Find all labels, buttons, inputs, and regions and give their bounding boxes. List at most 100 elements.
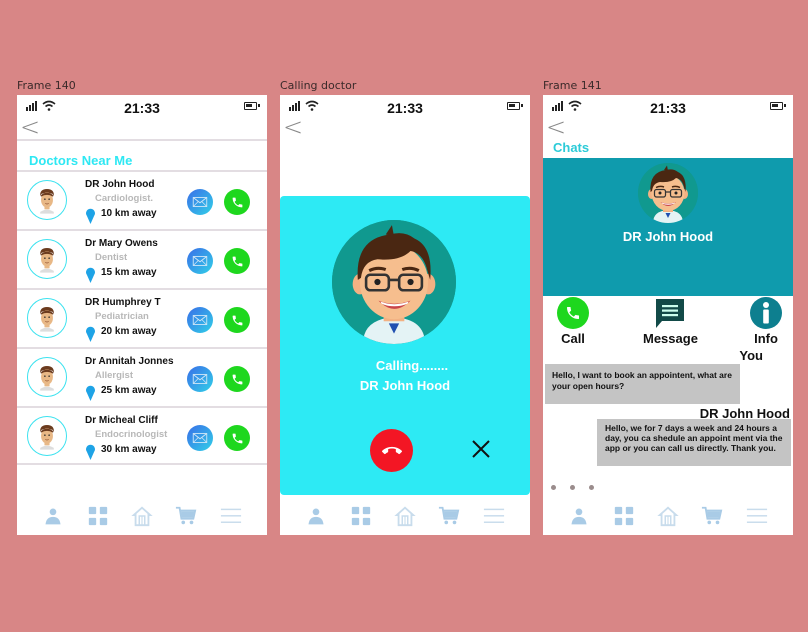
calling-doctor-name: DR John Hood — [359, 378, 451, 393]
call-doctor-button[interactable] — [224, 248, 250, 274]
call-doctor-button[interactable] — [224, 425, 250, 451]
doctor-name: DR John Hood — [85, 179, 155, 190]
info-icon — [750, 297, 782, 329]
doctor-name: Dr Annitah Jonnes — [85, 356, 174, 367]
status-bar: 21:33 — [280, 95, 530, 117]
nav-dashboard[interactable] — [611, 503, 637, 529]
back-button[interactable]: < — [20, 115, 40, 139]
nav-menu[interactable] — [218, 503, 244, 529]
doctor-avatar — [27, 239, 67, 279]
chat-message-outgoing: Hello, I want to book an appointent, wha… — [545, 364, 740, 404]
mail-icon — [191, 252, 209, 270]
frame-label: Calling doctor — [280, 79, 357, 92]
phone-icon — [565, 305, 581, 321]
doctor-avatar — [27, 416, 67, 456]
nav-home[interactable] — [392, 503, 418, 529]
home-icon — [657, 505, 679, 527]
typing-indicator — [551, 485, 594, 490]
grid-icon — [87, 505, 109, 527]
doctor-avatar — [27, 180, 67, 220]
doctor-list: DR John Hood Cardiologist. 10 km away Dr… — [17, 170, 267, 465]
location-pin-icon — [85, 265, 96, 283]
doctor-row[interactable]: DR Humphrey T Pediatrician 20 km away — [17, 288, 267, 347]
message-sender: You — [739, 348, 763, 363]
back-button[interactable]: < — [546, 115, 566, 139]
grid-icon — [613, 505, 635, 527]
phone-icon — [231, 255, 244, 268]
close-icon — [472, 440, 490, 458]
call-doctor-button[interactable] — [224, 366, 250, 392]
doctor-row[interactable]: DR John Hood Cardiologist. 10 km away — [17, 170, 267, 229]
user-icon — [306, 506, 326, 526]
phone-icon — [231, 314, 244, 327]
calling-status: Calling........ — [375, 358, 449, 373]
call-label: Call — [561, 331, 585, 346]
call-card: Calling........ DR John Hood — [280, 196, 530, 495]
message-doctor-button[interactable] — [187, 366, 213, 392]
hang-up-button[interactable] — [370, 429, 413, 472]
page-title: Doctors Near Me — [29, 153, 133, 168]
chat-doctor-name: DR John Hood — [622, 229, 714, 244]
message-doctor-button[interactable] — [187, 307, 213, 333]
info-label: Info — [754, 331, 778, 346]
message-action-button[interactable]: Message — [643, 297, 698, 346]
location-pin-icon — [85, 383, 96, 401]
mail-icon — [191, 370, 209, 388]
doctor-row[interactable]: Dr Mary Owens Dentist 15 km away — [17, 229, 267, 288]
dismiss-button[interactable] — [468, 436, 494, 462]
message-doctor-button[interactable] — [187, 189, 213, 215]
nav-home[interactable] — [129, 503, 155, 529]
doctor-distance: 15 km away — [101, 267, 157, 278]
location-pin-icon — [85, 324, 96, 342]
doctors-near-me-screen: 21:33 < Doctors Near Me DR John Hood Car… — [17, 95, 267, 535]
nav-cart[interactable] — [699, 503, 725, 529]
nav-profile[interactable] — [303, 503, 329, 529]
call-action-button[interactable]: Call — [557, 297, 589, 346]
call-icon-circle — [557, 297, 589, 329]
mail-icon — [191, 193, 209, 211]
call-doctor-button[interactable] — [224, 189, 250, 215]
message-label: Message — [643, 331, 698, 346]
doctor-row[interactable]: Dr Annitah Jonnes Allergist 25 km away — [17, 347, 267, 406]
info-action-button[interactable]: Info — [750, 297, 782, 346]
message-doctor-button[interactable] — [187, 248, 213, 274]
menu-icon — [745, 505, 769, 527]
doctor-specialty: Pediatrician — [95, 311, 149, 322]
doctor-distance: 25 km away — [101, 385, 157, 396]
message-doctor-button[interactable] — [187, 425, 213, 451]
nav-cart[interactable] — [436, 503, 462, 529]
call-doctor-button[interactable] — [224, 307, 250, 333]
user-icon — [43, 506, 63, 526]
frame-label: Frame 140 — [17, 79, 76, 92]
doctor-avatar — [27, 298, 67, 338]
doctor-specialty: Cardiologist. — [95, 193, 154, 204]
doctor-name: DR Humphrey T — [85, 297, 161, 308]
doctor-name: Dr Micheal Cliff — [85, 415, 158, 426]
nav-dashboard[interactable] — [85, 503, 111, 529]
back-button[interactable]: < — [283, 115, 303, 139]
mail-icon — [191, 311, 209, 329]
phone-icon — [231, 432, 244, 445]
nav-profile[interactable] — [566, 503, 592, 529]
nav-profile[interactable] — [40, 503, 66, 529]
doctor-specialty: Allergist — [95, 370, 134, 381]
cart-icon — [700, 505, 724, 527]
hang-up-icon — [381, 446, 402, 454]
nav-dashboard[interactable] — [348, 503, 374, 529]
chats-screen: 21:33 < Chats DR John Hood Call Message … — [543, 95, 793, 535]
grid-icon — [350, 505, 372, 527]
doctor-row[interactable]: Dr Micheal Cliff Endocrinologist 30 km a… — [17, 406, 267, 465]
message-icon — [656, 299, 685, 328]
doctor-name: Dr Mary Owens — [85, 238, 158, 249]
bottom-nav — [17, 503, 267, 529]
nav-cart[interactable] — [173, 503, 199, 529]
menu-icon — [482, 505, 506, 527]
nav-menu[interactable] — [481, 503, 507, 529]
doctor-specialty: Dentist — [95, 252, 128, 263]
status-time: 21:33 — [387, 100, 423, 116]
nav-home[interactable] — [655, 503, 681, 529]
doctor-distance: 20 km away — [101, 326, 157, 337]
nav-menu[interactable] — [744, 503, 770, 529]
chat-header: DR John Hood — [543, 158, 793, 296]
doctor-specialty: Endocrinologist — [95, 429, 168, 440]
